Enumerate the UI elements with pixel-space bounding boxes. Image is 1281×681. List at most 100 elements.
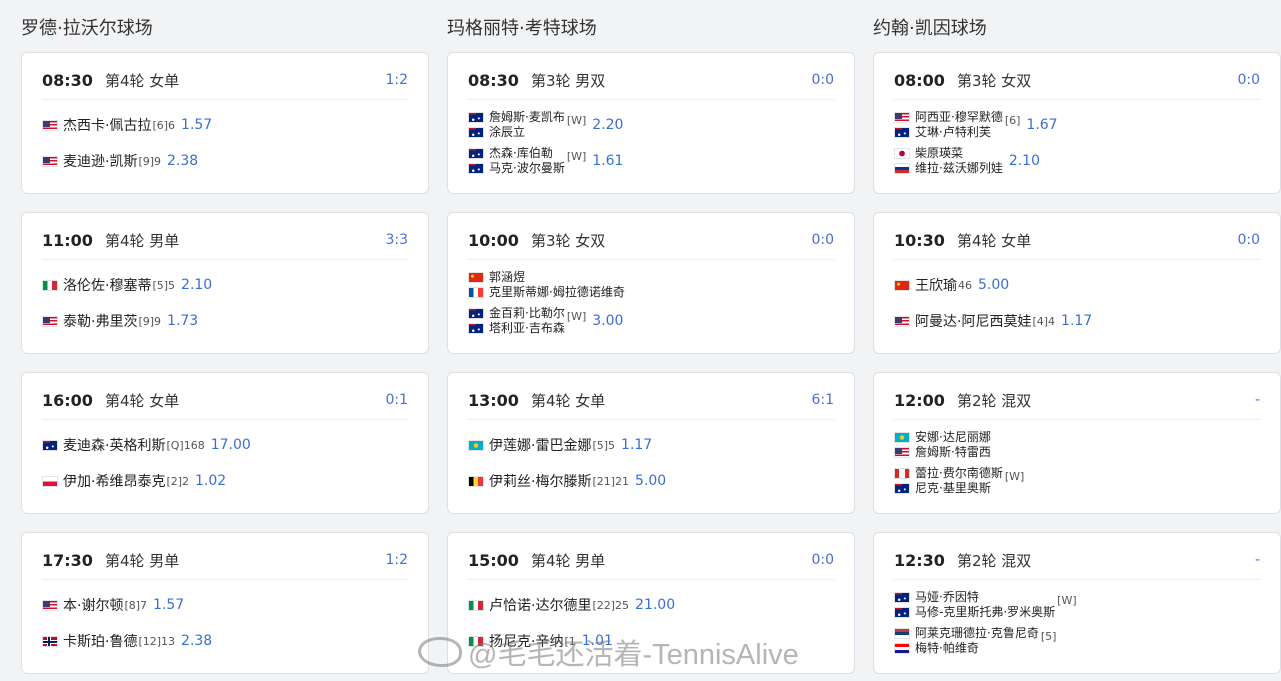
team-players: 伊莉丝·梅尔滕斯 [21]21 5.00 bbox=[468, 466, 666, 496]
player-seed: [2]2 bbox=[166, 474, 190, 488]
player-seed: [9]9 bbox=[138, 154, 162, 168]
team-row: 扬尼克·辛纳 [1 1.01 bbox=[468, 626, 838, 656]
player-odds[interactable]: 5.00 bbox=[635, 473, 666, 489]
match-card[interactable]: 10:30 第4轮 女单 0:0 王欣瑜 46 5.00 阿曼达·阿尼西莫娃 [4]4 1.17 bbox=[873, 212, 1281, 354]
player-name[interactable]: 伊加·希维昂泰克 bbox=[63, 471, 165, 491]
player-name[interactable]: 麦迪森·英格利斯 bbox=[63, 435, 165, 455]
player-name[interactable]: 马克·波尔曼斯 bbox=[489, 161, 565, 176]
match-header: 08:00 第3轮 女双 0:0 bbox=[894, 69, 1260, 91]
player-odds[interactable]: 1.57 bbox=[153, 597, 184, 613]
match-card[interactable]: 08:00 第3轮 女双 0:0 阿西亚·穆罕默德 艾琳·卢特利芙 [6] 1.67 柴原瑛菜… bbox=[873, 52, 1281, 194]
team-row: 金百莉·比勒尔 塔利亚·吉布森 [W] 3.00 bbox=[468, 306, 838, 336]
player-entry: 詹姆斯·特雷西 bbox=[894, 445, 991, 460]
player-name[interactable]: 杰森·库伯勒 bbox=[489, 146, 553, 161]
player-entry: 本·谢尔顿 [8]7 1.57 bbox=[42, 590, 184, 620]
player-name[interactable]: 蕾拉·费尔南德斯 bbox=[915, 466, 1003, 481]
player-odds[interactable]: 1.02 bbox=[195, 473, 226, 489]
player-odds[interactable]: 2.38 bbox=[181, 633, 212, 649]
team-seed: [W] bbox=[566, 114, 587, 127]
player-name[interactable]: 塔利亚·吉布森 bbox=[489, 321, 565, 336]
player-name[interactable]: 涂辰立 bbox=[489, 125, 525, 140]
player-odds[interactable]: 17.00 bbox=[211, 437, 251, 453]
team-row: 泰勒·弗里茨 [9]9 1.73 bbox=[42, 306, 412, 336]
team-odds[interactable]: 1.61 bbox=[592, 153, 623, 169]
player-name[interactable]: 梅特·帕维奇 bbox=[915, 641, 979, 656]
au-flag-icon bbox=[468, 127, 484, 138]
player-entry: 柴原瑛菜 bbox=[894, 146, 1003, 161]
player-name[interactable]: 杰西卡·佩古拉 bbox=[63, 115, 151, 135]
player-name[interactable]: 伊莲娜·雷巴金娜 bbox=[489, 435, 591, 455]
player-odds[interactable]: 1.17 bbox=[1061, 313, 1092, 329]
player-entry: 洛伦佐·穆塞蒂 [5]5 2.10 bbox=[42, 270, 212, 300]
team-odds[interactable]: 2.10 bbox=[1009, 153, 1040, 169]
player-name[interactable]: 本·谢尔顿 bbox=[63, 595, 123, 615]
team-odds[interactable]: 1.67 bbox=[1026, 117, 1057, 133]
team-row: 柴原瑛菜 维拉·兹沃娜列娃 2.10 bbox=[894, 146, 1264, 176]
team-odds[interactable]: 2.20 bbox=[592, 117, 623, 133]
match-card[interactable]: 12:30 第2轮 混双 - 马娅·乔因特 马修-克里斯托弗·罗米奥斯 [W] 阿莱克珊德拉… bbox=[873, 532, 1281, 674]
match-card[interactable]: 08:30 第3轮 男双 0:0 詹姆斯·麦凯布 涂辰立 [W] 2.20 杰森·库伯勒 马克·… bbox=[447, 52, 855, 194]
player-odds[interactable]: 1.17 bbox=[621, 437, 652, 453]
player-name[interactable]: 阿莱克珊德拉·克鲁尼奇 bbox=[915, 626, 1039, 641]
player-name[interactable]: 阿曼达·阿尼西莫娃 bbox=[915, 311, 1031, 331]
player-odds[interactable]: 2.38 bbox=[167, 153, 198, 169]
match-time: 16:00 bbox=[42, 390, 93, 410]
player-name[interactable]: 洛伦佐·穆塞蒂 bbox=[63, 275, 151, 295]
player-name[interactable]: 泰勒·弗里茨 bbox=[63, 311, 137, 331]
match-header: 08:30 第3轮 男双 0:0 bbox=[468, 69, 834, 91]
match-card[interactable]: 12:00 第2轮 混双 - 安娜·达尼丽娜 詹姆斯·特雷西 蕾拉·费尔南德斯 尼克·基里奥… bbox=[873, 372, 1281, 514]
player-name[interactable]: 王欣瑜 bbox=[915, 275, 957, 295]
match-header: 13:00 第4轮 女单 6:1 bbox=[468, 389, 834, 411]
player-name[interactable]: 扬尼克·辛纳 bbox=[489, 631, 563, 651]
player-entry: 伊加·希维昂泰克 [2]2 1.02 bbox=[42, 466, 226, 496]
player-name[interactable]: 伊莉丝·梅尔滕斯 bbox=[489, 471, 591, 491]
player-name[interactable]: 克里斯蒂娜·姆拉德诺维奇 bbox=[489, 285, 625, 300]
match-score: 0:1 bbox=[385, 392, 408, 408]
player-name[interactable]: 艾琳·卢特利芙 bbox=[915, 125, 991, 140]
match-card[interactable]: 10:00 第3轮 女双 0:0 郭涵煜 克里斯蒂娜·姆拉德诺维奇 金百莉·比勒尔 塔利亚·… bbox=[447, 212, 855, 354]
us-flag-icon bbox=[42, 119, 58, 131]
player-name[interactable]: 马修-克里斯托弗·罗米奥斯 bbox=[915, 605, 1055, 620]
match-card[interactable]: 16:00 第4轮 女单 0:1 麦迪森·英格利斯 [Q]168 17.00 伊加·希维昂泰… bbox=[21, 372, 429, 514]
player-seed: [4]4 bbox=[1032, 314, 1056, 328]
player-name[interactable]: 詹姆斯·麦凯布 bbox=[489, 110, 565, 125]
match-time: 15:00 bbox=[468, 550, 519, 570]
team-row: 洛伦佐·穆塞蒂 [5]5 2.10 bbox=[42, 270, 412, 300]
player-odds[interactable]: 5.00 bbox=[978, 277, 1009, 293]
player-name[interactable]: 柴原瑛菜 bbox=[915, 146, 963, 161]
player-name[interactable]: 卡斯珀·鲁德 bbox=[63, 631, 137, 651]
player-name[interactable]: 卢恰诺·达尔德里 bbox=[489, 595, 591, 615]
match-card[interactable]: 17:30 第4轮 男单 1:2 本·谢尔顿 [8]7 1.57 卡斯珀·鲁德 [12]13 2… bbox=[21, 532, 429, 674]
player-name[interactable]: 金百莉·比勒尔 bbox=[489, 306, 565, 321]
player-name[interactable]: 阿西亚·穆罕默德 bbox=[915, 110, 1003, 125]
player-odds[interactable]: 2.10 bbox=[181, 277, 212, 293]
player-entry: 卡斯珀·鲁德 [12]13 2.38 bbox=[42, 626, 212, 656]
player-seed: [1 bbox=[564, 634, 576, 648]
player-name[interactable]: 郭涵煜 bbox=[489, 270, 525, 285]
player-name[interactable]: 安娜·达尼丽娜 bbox=[915, 430, 991, 445]
player-odds[interactable]: 21.00 bbox=[635, 597, 675, 613]
player-name[interactable]: 麦迪逊·凯斯 bbox=[63, 151, 137, 171]
player-name[interactable]: 维拉·兹沃娜列娃 bbox=[915, 161, 1003, 176]
team-odds[interactable]: 3.00 bbox=[592, 313, 623, 329]
player-entry: 尼克·基里奥斯 bbox=[894, 481, 1003, 496]
match-round: 第4轮 女单 bbox=[956, 231, 1032, 250]
match-score: 0:0 bbox=[811, 552, 834, 568]
player-odds[interactable]: 1.73 bbox=[167, 313, 198, 329]
court-title: 约翰·凯因球场 bbox=[873, 18, 987, 39]
player-odds[interactable]: 1.57 bbox=[181, 117, 212, 133]
player-odds[interactable]: 1.01 bbox=[582, 633, 613, 649]
match-card[interactable]: 15:00 第4轮 男单 0:0 卢恰诺·达尔德里 [22]25 21.00 扬尼克·辛纳[… bbox=[447, 532, 855, 674]
hr-flag-icon bbox=[894, 643, 910, 654]
match-card[interactable]: 11:00 第4轮 男单 3:3 洛伦佐·穆塞蒂 [5]5 2.10 泰勒·弗里茨 [9]9 1… bbox=[21, 212, 429, 354]
match-time: 10:30 bbox=[894, 230, 945, 250]
player-seed: [9]9 bbox=[138, 314, 162, 328]
player-entry: 涂辰立 bbox=[468, 125, 565, 140]
player-name[interactable]: 尼克·基里奥斯 bbox=[915, 481, 991, 496]
match-card[interactable]: 08:30 第4轮 女单 1:2 杰西卡·佩古拉 [6]6 1.57 麦迪逊·凯斯 [9]9 2… bbox=[21, 52, 429, 194]
fr-flag-icon bbox=[468, 287, 484, 298]
match-card[interactable]: 13:00 第4轮 女单 6:1 伊莲娜·雷巴金娜 [5]5 1.17 伊莉丝·梅尔滕斯 [2… bbox=[447, 372, 855, 514]
player-name[interactable]: 詹姆斯·特雷西 bbox=[915, 445, 991, 460]
team-row: 詹姆斯·麦凯布 涂辰立 [W] 2.20 bbox=[468, 110, 838, 140]
player-name[interactable]: 马娅·乔因特 bbox=[915, 590, 979, 605]
